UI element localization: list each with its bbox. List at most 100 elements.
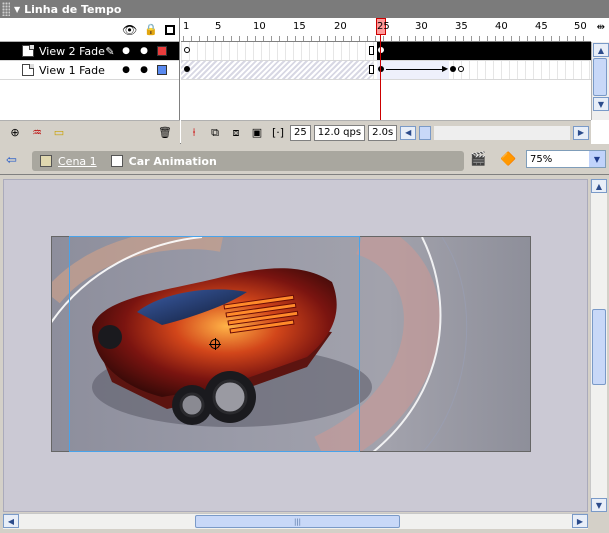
edit-symbols-icon[interactable]: 🔶 — [500, 152, 516, 167]
layer-icon — [22, 64, 34, 76]
add-motion-guide-icon[interactable]: ♒ — [28, 125, 46, 141]
chevron-down-icon[interactable]: ▼ — [589, 151, 605, 167]
flash-ide-window: ▼ Linha de Tempo 👁 🔒 View 2 Fade ✎ ● ● V… — [0, 0, 609, 533]
modify-markers-icon[interactable]: [·] — [269, 125, 287, 141]
playhead-line — [380, 35, 381, 120]
keyframe-filled[interactable] — [450, 66, 456, 72]
edit-multiple-frames-icon[interactable]: ▣ — [248, 125, 266, 141]
layers-header: 👁 🔒 — [0, 18, 179, 42]
frame-ruler[interactable]: 1 5 10 15 20 25 30 35 40 45 50 — [181, 18, 591, 42]
scroll-left-arrow[interactable]: ◀ — [3, 514, 19, 528]
frame-row-view-2[interactable] — [181, 42, 591, 61]
collapse-triangle-icon[interactable]: ▼ — [14, 5, 20, 14]
scroll-thumb[interactable] — [593, 58, 607, 96]
timeline: 👁 🔒 View 2 Fade ✎ ● ● View 1 Fade ● ● ⊕ … — [0, 18, 609, 144]
scroll-left-arrow[interactable]: ◀ — [400, 125, 417, 140]
ruler-mark: 45 — [535, 21, 548, 32]
ruler-mark: 25 — [377, 21, 390, 32]
layers-panel: 👁 🔒 View 2 Fade ✎ ● ● View 1 Fade ● ● ⊕ … — [0, 18, 180, 144]
scroll-up-arrow[interactable]: ▲ — [591, 179, 607, 193]
keyframe-filled[interactable] — [378, 66, 384, 72]
work-area[interactable] — [3, 179, 588, 512]
ruler-mark: 35 — [455, 21, 468, 32]
grip-icon[interactable] — [2, 2, 10, 16]
keyframe-empty[interactable] — [184, 47, 190, 53]
tween-arrow-head: ▶ — [442, 64, 449, 73]
frames-grid[interactable]: ▶ — [181, 35, 591, 120]
center-frame-icon[interactable]: ⍿ — [185, 125, 203, 141]
visibility-dot[interactable]: ● — [117, 46, 135, 56]
frame-end-marker[interactable] — [369, 46, 374, 55]
panel-title: Linha de Tempo — [24, 2, 122, 16]
onion-outline-icon[interactable]: ⧈ — [227, 125, 245, 141]
lock-dot[interactable]: ● — [135, 46, 153, 56]
outline-icon[interactable] — [165, 24, 175, 35]
ruler-mark: 40 — [495, 21, 508, 32]
scroll-corner — [590, 513, 607, 529]
frame-end-marker[interactable] — [369, 65, 374, 74]
lock-icon[interactable]: 🔒 — [144, 23, 158, 36]
breadcrumb: Cena 1 Car Animation — [32, 151, 464, 171]
zoom-dropdown[interactable]: 75% ▼ — [526, 150, 606, 168]
scroll-down-arrow[interactable]: ▼ — [593, 97, 609, 111]
stage-area: ▲ ▼ ◀ ||| ▶ — [0, 176, 609, 533]
frames-panel: 1 5 10 15 20 25 30 35 40 45 50 ⇹ ▶ ▲ ▼ ⍿… — [181, 18, 609, 144]
registration-point-icon[interactable] — [209, 338, 221, 350]
timeline-vertical-scrollbar[interactable]: ▲ ▼ — [591, 42, 609, 120]
current-frame-field: 25 — [290, 124, 311, 141]
frame-rate-field: 12.0 qps — [313, 124, 366, 141]
scroll-down-arrow[interactable]: ▼ — [591, 498, 607, 512]
scroll-thumb[interactable] — [592, 309, 606, 385]
back-arrow-icon[interactable]: ⇦ — [6, 153, 17, 168]
edit-scene-icon[interactable]: 🎬 — [470, 152, 486, 167]
ruler-mark: 10 — [253, 21, 266, 32]
layer-name: View 2 Fade — [39, 44, 105, 58]
frame-row-view-1[interactable]: ▶ — [181, 61, 591, 80]
ruler-mark: 30 — [415, 21, 428, 32]
scroll-up-arrow[interactable]: ▲ — [593, 43, 609, 57]
ruler-mark: 1 — [183, 21, 190, 32]
elapsed-time-field: 2.0s — [368, 124, 398, 141]
stage-vertical-scrollbar[interactable]: ▲ ▼ — [590, 179, 607, 512]
delete-layer-icon[interactable]: 🗑 — [156, 125, 174, 141]
edit-tools: 🎬 🔶 — [470, 152, 516, 167]
pencil-icon: ✎ — [105, 44, 115, 58]
visibility-dot[interactable]: ● — [117, 65, 135, 75]
breadcrumb-scene-link[interactable]: Cena 1 — [58, 155, 97, 168]
frame-span-tween[interactable] — [181, 61, 373, 79]
keyframe-dot[interactable] — [378, 47, 384, 53]
onion-skin-icon[interactable]: ⧉ — [206, 125, 224, 141]
ruler-mark: 5 — [215, 21, 222, 32]
h-scroll-track[interactable] — [434, 125, 570, 140]
layer-color-swatch[interactable] — [157, 65, 167, 75]
scroll-thumb[interactable]: ||| — [195, 515, 400, 528]
layer-color-swatch[interactable] — [157, 46, 167, 56]
stage-horizontal-scrollbar[interactable]: ◀ ||| ▶ — [3, 513, 588, 529]
frame-span-filled[interactable] — [377, 42, 591, 60]
keyframe-empty[interactable] — [458, 66, 464, 72]
scene-clapper-icon — [40, 155, 52, 167]
ruler-mark: 20 — [334, 21, 347, 32]
timeline-panel-header[interactable]: ▼ Linha de Tempo — [0, 0, 609, 18]
movieclip-icon — [110, 155, 123, 167]
insert-folder-icon[interactable]: ▭ — [50, 125, 68, 141]
layers-toolbar: ⊕ ♒ ▭ 🗑 — [0, 120, 180, 144]
timeline-options-icon[interactable]: ⇹ — [597, 22, 605, 33]
ruler-mark: 50 — [574, 21, 587, 32]
tween-arrow-line — [386, 69, 444, 70]
edit-bar: ⇦ Cena 1 Car Animation 🎬 🔶 75% ▼ — [0, 145, 609, 175]
lock-dot[interactable]: ● — [135, 65, 153, 75]
layer-icon — [22, 45, 34, 57]
layer-name: View 1 Fade — [39, 63, 105, 77]
layer-row-view-1-fade[interactable]: View 1 Fade ● ● — [0, 61, 179, 80]
scroll-right-arrow[interactable]: ▶ — [573, 125, 589, 140]
zoom-value: 75% — [530, 153, 553, 165]
keyframe-filled[interactable] — [184, 66, 190, 72]
eye-icon[interactable]: 👁 — [122, 23, 137, 37]
frame-span-motion[interactable] — [377, 61, 449, 79]
breadcrumb-symbol: Car Animation — [128, 154, 217, 168]
h-scroll-thumb[interactable] — [419, 125, 432, 140]
scroll-right-arrow[interactable]: ▶ — [572, 514, 588, 528]
insert-layer-icon[interactable]: ⊕ — [6, 125, 24, 141]
layer-row-view-2-fade[interactable]: View 2 Fade ✎ ● ● — [0, 42, 179, 61]
